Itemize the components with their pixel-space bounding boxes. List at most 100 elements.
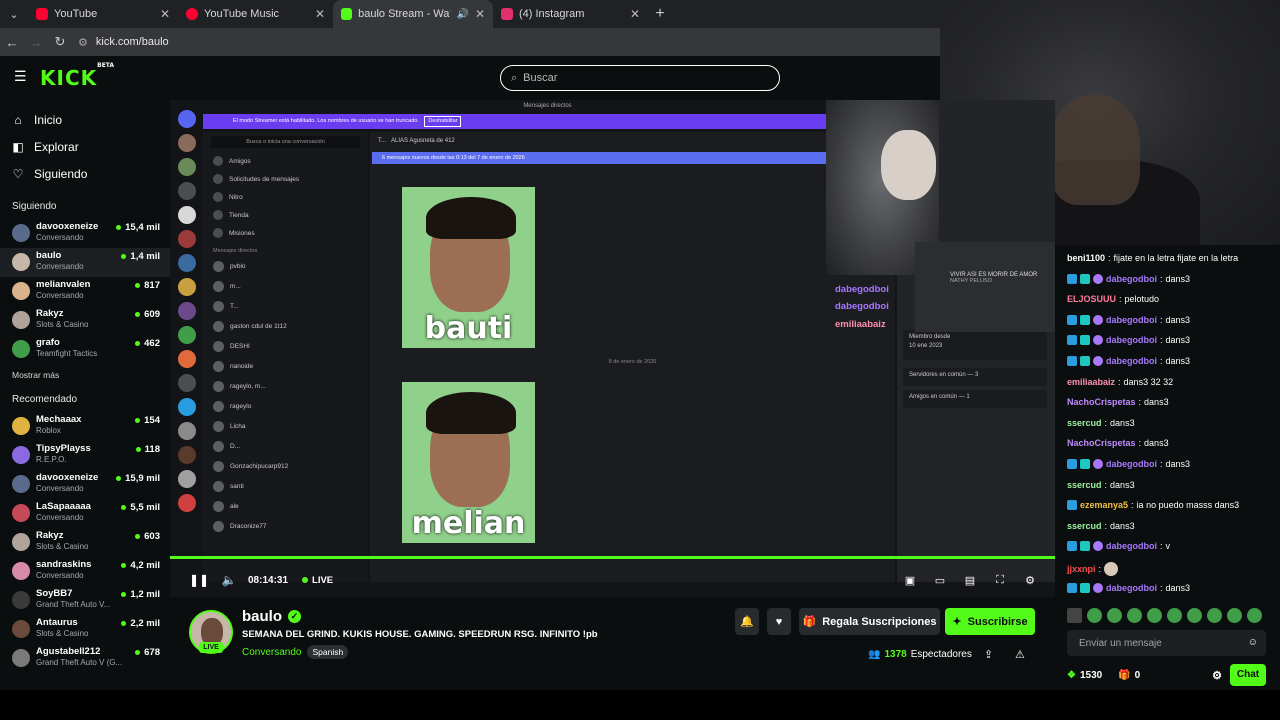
emoji-icon[interactable]: ☺ (1248, 637, 1258, 648)
sidebar-channel[interactable]: Antaurus Slots & Casino 2,2 mil (0, 615, 170, 644)
chat-username[interactable]: ssercud (1067, 418, 1102, 428)
streamer-name[interactable]: baulo ✓ (242, 608, 301, 625)
chat-badge-icon[interactable] (1067, 314, 1077, 325)
kick-logo[interactable]: KICKBETA (40, 62, 114, 90)
chat-username[interactable]: NachoCrispetas (1067, 397, 1136, 407)
chat-badge-icon[interactable] (1080, 335, 1090, 346)
sidebar-channel[interactable]: LaSapaaaaa Conversando 5,5 mil (0, 499, 170, 528)
chat-badge-icon[interactable] (1093, 459, 1103, 469)
channel-points[interactable]: ❖ 1530 (1067, 670, 1102, 681)
chat-username[interactable]: jjxxnpi (1067, 564, 1096, 574)
chat-username[interactable]: dabegodboi (1106, 315, 1157, 325)
chat-badge-icon[interactable] (1080, 314, 1090, 325)
emote[interactable] (1087, 608, 1102, 623)
chat-username[interactable]: emiliaabaiz (1067, 377, 1115, 387)
chat-badge-icon[interactable] (1067, 356, 1077, 366)
miniplayer-icon[interactable]: ▣ (899, 574, 921, 587)
sidebar-channel[interactable]: Mechaaax Roblox 154 (0, 412, 170, 441)
chat-badge-icon[interactable] (1067, 459, 1077, 469)
tab-kick[interactable]: baulo Stream - Watch Live 🔊 ✕ (333, 0, 493, 28)
close-icon[interactable]: ✕ (475, 7, 485, 21)
sidebar-channel[interactable]: grafo Teamfight Tactics 462 (0, 335, 170, 364)
clip-icon[interactable]: ▤ (959, 574, 981, 587)
language-tag[interactable]: Spanish (307, 645, 349, 659)
chat-username[interactable]: dabegodboi (1106, 335, 1157, 345)
chat-badge-icon[interactable] (1093, 335, 1103, 346)
emote[interactable] (1067, 608, 1082, 623)
sidebar-channel[interactable]: SoyBB7 Grand Theft Auto V... 1,2 mil (0, 586, 170, 615)
close-icon[interactable]: ✕ (160, 7, 170, 21)
search-input[interactable]: ⌕ Buscar (500, 65, 780, 91)
chat-username[interactable]: ssercud (1067, 521, 1102, 531)
sidebar-channel[interactable]: Rakyz Slots & Casino 603 (0, 528, 170, 557)
url-field[interactable]: ⚙ kick.com/baulo (78, 36, 169, 49)
emote[interactable] (1127, 608, 1142, 623)
chat-username[interactable]: ssercud (1067, 480, 1102, 490)
subscribe-button[interactable]: ✦ Suscribirse (945, 608, 1035, 635)
close-icon[interactable]: ✕ (315, 7, 325, 21)
chat-badge-icon[interactable] (1067, 500, 1077, 511)
chat-badge-icon[interactable] (1093, 541, 1103, 552)
theater-icon[interactable]: ▭ (929, 574, 951, 587)
chat-badge-icon[interactable] (1080, 541, 1090, 552)
new-tab-icon[interactable]: + (648, 0, 672, 28)
sidebar-channel[interactable]: davooxeneize Conversando 15,4 mil (0, 219, 170, 248)
fullscreen-icon[interactable]: ⛶ (989, 574, 1011, 587)
volume-icon[interactable]: 🔈 (214, 573, 244, 587)
chat-username[interactable]: ELJOSUUU (1067, 294, 1116, 304)
pause-icon[interactable]: ❚❚ (184, 573, 214, 587)
audio-icon[interactable]: 🔊 (456, 9, 468, 20)
chat-badge-icon[interactable] (1080, 582, 1090, 593)
emote[interactable] (1247, 608, 1262, 623)
emote[interactable] (1227, 608, 1242, 623)
back-icon[interactable]: ← (0, 28, 24, 56)
chat-input[interactable]: Enviar un mensaje ☺ (1067, 630, 1266, 656)
emote[interactable] (1147, 608, 1162, 623)
chat-badge-icon[interactable] (1080, 273, 1090, 284)
sidebar-channel[interactable]: melianvalen Conversando 817 (0, 277, 170, 306)
emote[interactable] (1187, 608, 1202, 623)
sidebar-channel[interactable]: TipsyPlayss R.E.P.O. 118 (0, 441, 170, 470)
menu-icon[interactable]: ☰ (14, 69, 28, 83)
gift-subs-button[interactable]: 🎁 Regala Suscripciones (799, 608, 940, 635)
notifications-button[interactable]: 🔔 (735, 608, 759, 635)
emote[interactable] (1167, 608, 1182, 623)
chat-badge-icon[interactable] (1093, 582, 1103, 593)
nav-inicio[interactable]: ⌂ Inicio (0, 106, 170, 133)
sidebar-channel[interactable]: sandraskins Conversando 4,2 mil (0, 557, 170, 586)
emote[interactable] (1107, 608, 1122, 623)
close-icon[interactable]: ✕ (630, 7, 640, 21)
chat-badge-icon[interactable] (1067, 273, 1077, 284)
video-progress-bar[interactable] (170, 556, 1055, 559)
sidebar-channel[interactable]: davooxeneize Conversando 15,9 mil (0, 470, 170, 499)
chat-badge-icon[interactable] (1080, 459, 1090, 469)
chat-badge-icon[interactable] (1093, 273, 1103, 284)
video-player[interactable]: Mensajes directos El modo Streamer está … (170, 100, 1055, 597)
report-icon[interactable]: ⚠ (1015, 648, 1025, 661)
sidebar-channel[interactable]: Rakyz Slots & Casino 609 (0, 306, 170, 335)
forward-icon[interactable]: → (24, 28, 48, 56)
chat-badge-icon[interactable] (1093, 314, 1103, 325)
tab-search-icon[interactable]: ⌄ (0, 0, 28, 28)
sidebar-channel[interactable]: Agustabell212 Grand Theft Auto V (G... 678 (0, 644, 170, 673)
chat-send-button[interactable]: Chat (1230, 664, 1266, 686)
category-link[interactable]: Conversando (242, 647, 301, 658)
reload-icon[interactable]: ↻ (48, 28, 72, 56)
chat-badge-icon[interactable] (1093, 356, 1103, 366)
tab-youtube[interactable]: YouTube ✕ (28, 0, 178, 28)
follow-button[interactable]: ♥ (767, 608, 791, 635)
nav-siguiendo[interactable]: ♡ Siguiendo (0, 160, 170, 187)
chat-username[interactable]: dabegodboi (1106, 583, 1157, 593)
chat-username[interactable]: ezemanya5 (1080, 500, 1128, 510)
chat-settings-icon[interactable]: ⚙ (1212, 669, 1222, 682)
chat-badge-icon[interactable] (1067, 541, 1077, 552)
chat-username[interactable]: dabegodboi (1106, 459, 1157, 469)
gifts-count[interactable]: 🎁 0 (1118, 670, 1140, 681)
sidebar-channel[interactable]: baulo Conversando 1,4 mil (0, 248, 170, 277)
chat-badge-icon[interactable] (1080, 356, 1090, 366)
chat-username[interactable]: dabegodboi (1106, 274, 1157, 284)
tab-youtube-music[interactable]: YouTube Music ✕ (178, 0, 333, 28)
chat-username[interactable]: dabegodboi (1106, 356, 1157, 366)
chat-badge-icon[interactable] (1067, 335, 1077, 346)
nav-explorar[interactable]: ◧ Explorar (0, 133, 170, 160)
